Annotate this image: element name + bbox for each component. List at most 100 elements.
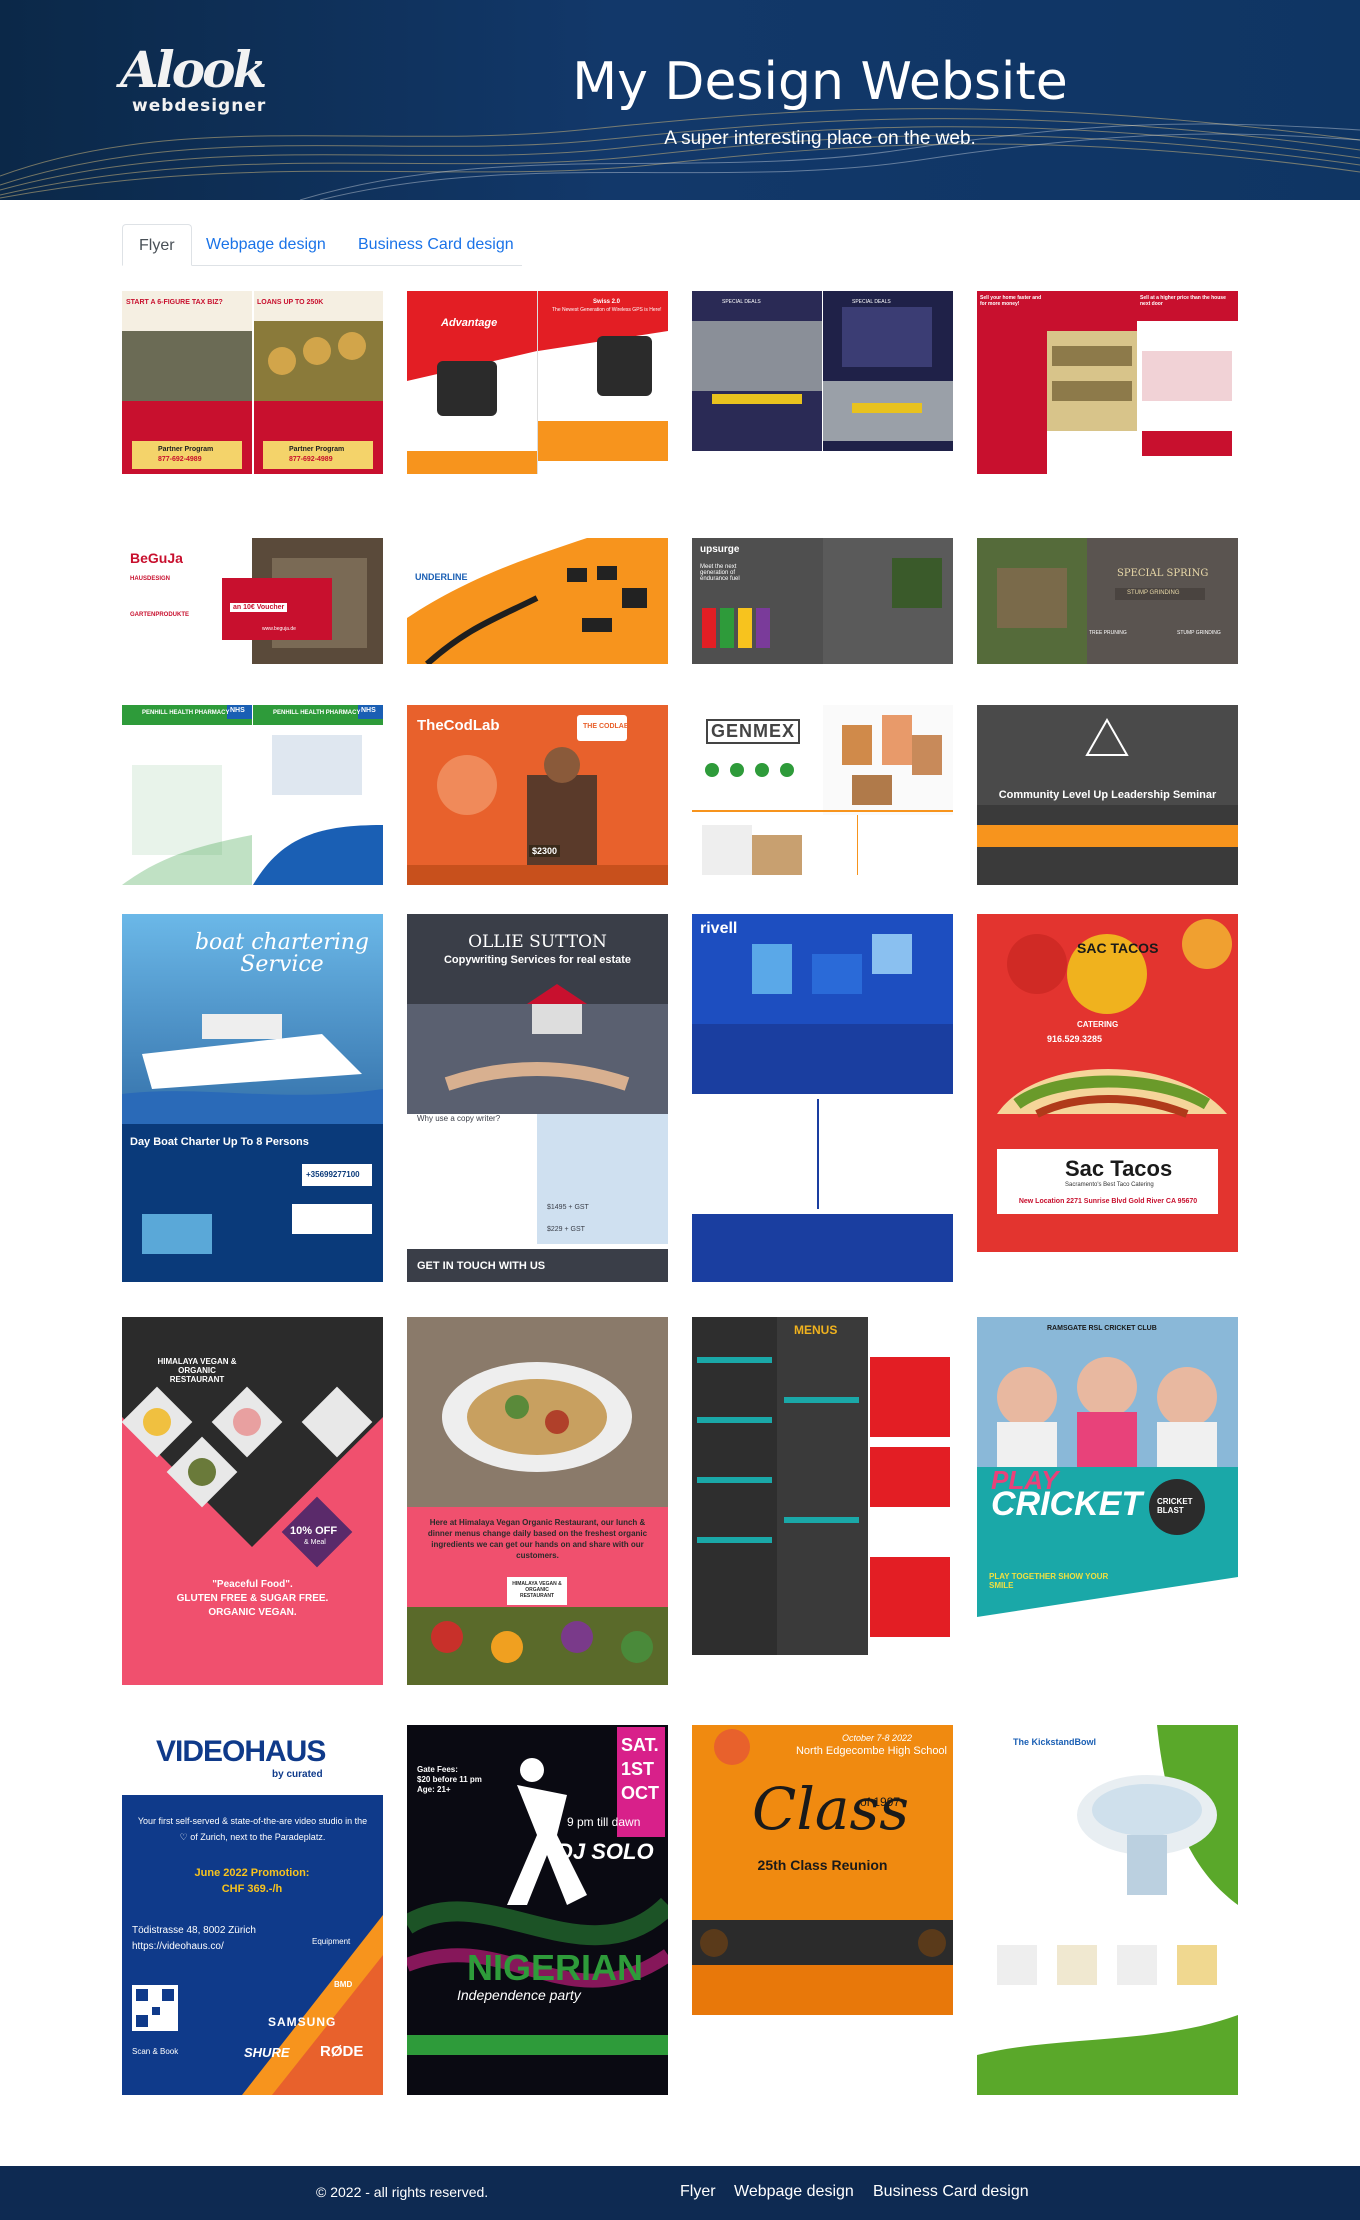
flyer-thumbnail[interactable]: Community Level Up Leadership Seminar	[977, 705, 1238, 885]
flyer-thumbnail[interactable]: MENUS	[692, 1317, 953, 1655]
flyer-text: STUMP GRINDING	[1177, 630, 1221, 636]
flyer-text: & Meal	[304, 1539, 326, 1546]
flyer-text: +35699277100	[306, 1170, 360, 1179]
site-header: Alook webdesigner My Design Website A su…	[0, 0, 1360, 200]
flyer-title: Class	[752, 1775, 910, 1843]
flyer-thumbnail[interactable]: TheCodLab THE CODLAB $2300	[407, 705, 668, 885]
flyer-thumbnail[interactable]: SPECIAL DEALS SPECIAL DEALS	[692, 291, 953, 474]
flyer-text: THE CODLAB	[583, 723, 629, 730]
flyer-brand: rivell	[700, 920, 738, 937]
tab-business-card-design[interactable]: Business Card design	[342, 224, 530, 266]
footer-link-flyer[interactable]: Flyer	[680, 2183, 716, 2201]
flyer-thumbnail[interactable]: VIDEOHAUS by curated Your first self-ser…	[122, 1725, 383, 2095]
flyer-text: BMD	[334, 1980, 353, 1989]
flyer-text: Sell at a higher price than the house ne…	[1140, 295, 1226, 307]
flyer-thumbnail[interactable]: October 7-8 2022 North Edgecombe High Sc…	[692, 1725, 953, 2063]
flyer-text: Why use a copy writer?	[417, 1114, 501, 1123]
logo-mark: Alook	[120, 40, 267, 99]
flyer-text: 10% OFF	[290, 1525, 338, 1537]
flyer-text: by curated	[272, 1769, 323, 1780]
flyer-thumbnail[interactable]: boat chartering Service Day Boat Charter…	[122, 914, 383, 1282]
flyer-thumbnail[interactable]: HIMALAYA VEGAN & ORGANIC RESTAURANT 10% …	[122, 1317, 383, 1685]
flyer-text: North Edgecombe High School	[795, 1745, 947, 1757]
flyer-thumbnail[interactable]: SAC TACOS 916.529.3285 CATERING Sac Taco…	[977, 914, 1238, 1252]
site-subtitle: A super interesting place on the web.	[664, 128, 976, 149]
flyer-image	[407, 1317, 668, 1685]
flyer-thumbnail[interactable]: Sell your home faster and for more money…	[977, 291, 1238, 474]
flyer-text: SAT.	[621, 1735, 659, 1755]
flyer-text: Tödistrasse 48, 8002 Zürich	[132, 1925, 256, 1936]
flyer-text: Partner Program	[289, 446, 345, 453]
flyer-title: PENHILL HEALTH PHARMACY	[273, 710, 361, 716]
flyer-thumbnail[interactable]: The KickstandBowl	[977, 1725, 1238, 2095]
flyer-image	[122, 705, 383, 885]
flyer-text: DJ SOLO	[557, 1839, 654, 1864]
flyer-thumbnail[interactable]: UNDERLINE	[407, 538, 668, 664]
flyer-text: NHS	[361, 707, 376, 714]
flyer-thumbnail[interactable]: SPECIAL SPRING STUMP GRINDING TREE PRUNI…	[977, 538, 1238, 664]
flyer-text: Sac Tacos	[1065, 1156, 1173, 1181]
flyer-text: The Newest Generation of Wireless GPS is…	[552, 307, 662, 313]
tab-flyer[interactable]: Flyer	[122, 224, 192, 266]
flyer-thumbnail[interactable]: Advantage Swiss 2.0 The Newest Generatio…	[407, 291, 668, 474]
flyer-text: Copywriting Services for real estate	[443, 954, 632, 966]
flyer-text: NHS	[230, 707, 245, 714]
flyer-image	[977, 291, 1238, 474]
flyer-thumbnail[interactable]: BeGuJa HAUSDESIGN GARTENPRODUKTE an 10€ …	[122, 538, 383, 664]
flyer-thumbnail[interactable]: SAT. 1ST OCT 9 pm till dawn Gate Fees: $…	[407, 1725, 668, 2095]
site-logo[interactable]: Alook webdesigner	[120, 40, 267, 124]
flyer-text: $1495 + GST	[547, 1204, 589, 1211]
flyer-brand: GENMEX	[706, 719, 801, 744]
footer-copyright: © 2022 - all rights reserved.	[316, 2184, 489, 2200]
flyer-thumbnail[interactable]: rivell	[692, 914, 953, 1282]
flyer-thumbnail[interactable]: OLLIE SUTTON Copywriting Services for re…	[407, 914, 668, 1282]
flyer-text: Scan & Book	[132, 2047, 179, 2056]
flyer-text: Your first self-served & state-of-the-ar…	[137, 1816, 368, 1842]
flyer-thumbnail[interactable]: START A 6-FIGURE TAX BIZ? LOANS UP TO 25…	[122, 291, 383, 474]
flyer-text: Partner Program	[158, 446, 214, 453]
flyer-text: GARTENPRODUKTE	[130, 612, 190, 618]
flyer-text: Here at Himalaya Vegan Organic Restauran…	[427, 1518, 648, 1560]
flyer-text: SHURE	[244, 2045, 290, 2060]
flyer-text: CHF 369.-/h	[221, 1883, 283, 1895]
flyer-text: Sell your home faster and for more money…	[980, 295, 1042, 307]
flyer-text: New Location 2271 Sunrise Blvd Gold Rive…	[1018, 1198, 1198, 1205]
flyer-text: "Peaceful Food".	[212, 1579, 293, 1590]
flyer-text: SAMSUNG	[268, 2015, 337, 2029]
flyer-text: 25th Class Reunion	[757, 1857, 888, 1873]
tab-webpage-design[interactable]: Webpage design	[190, 224, 342, 266]
flyer-brand: upsurge	[700, 544, 740, 555]
flyer-title: MENUS	[794, 1323, 838, 1337]
flyer-text: HAUSDESIGN	[130, 576, 171, 582]
flyer-brand: TheCodLab	[417, 717, 500, 734]
footer-link-webpage-design[interactable]: Webpage design	[734, 2183, 854, 2201]
flyer-text: SPECIAL DEALS	[852, 299, 891, 305]
flyer-image	[692, 538, 953, 664]
flyer-text: $2300	[529, 845, 561, 857]
flyer-title: NIGERIAN	[467, 1947, 644, 1988]
flyer-text: TREE PRUNING	[1089, 630, 1127, 636]
flyer-thumbnail[interactable]: Here at Himalaya Vegan Organic Restauran…	[407, 1317, 668, 1685]
flyer-image	[692, 291, 953, 474]
flyer-text: CRICKET BLAST	[1157, 1497, 1193, 1515]
flyer-brand: BeGuJa	[130, 550, 183, 566]
flyer-thumbnail[interactable]: PENHILL HEALTH PHARMACY PENHILL HEALTH P…	[122, 705, 383, 885]
flyer-text: STUMP GRINDING	[1127, 590, 1180, 596]
flyer-title: SPECIAL SPRING	[1117, 568, 1209, 579]
flyer-thumbnail[interactable]: RAMSGATE RSL CRICKET CLUB PLAY CRICKET C…	[977, 1317, 1238, 1685]
flyer-text: ORGANIC VEGAN.	[208, 1607, 297, 1618]
flyer-title: START A 6-FIGURE TAX BIZ?	[126, 299, 223, 306]
flyer-title: boat chartering Service	[194, 930, 370, 977]
flyer-text: of 1997	[860, 1795, 901, 1809]
flyer-text: October 7-8 2022	[842, 1733, 913, 1743]
flyer-image	[692, 914, 953, 1282]
flyer-thumbnail[interactable]: GENMEX	[692, 705, 953, 885]
flyer-text: PLAY TOGETHER SHOW YOUR SMILE	[989, 1572, 1109, 1590]
flyer-thumbnail[interactable]: upsurge Meet the next generation of endu…	[692, 538, 953, 664]
flyer-text: Sacramento's Best Taco Catering	[1065, 1182, 1154, 1188]
footer-link-business-card-design[interactable]: Business Card design	[873, 2183, 1029, 2201]
flyer-image	[692, 1317, 953, 1655]
flyer-image	[977, 538, 1238, 664]
flyer-text: $20 before 11 pm	[417, 1775, 482, 1784]
flyer-text: 877-692-4989	[289, 456, 333, 463]
